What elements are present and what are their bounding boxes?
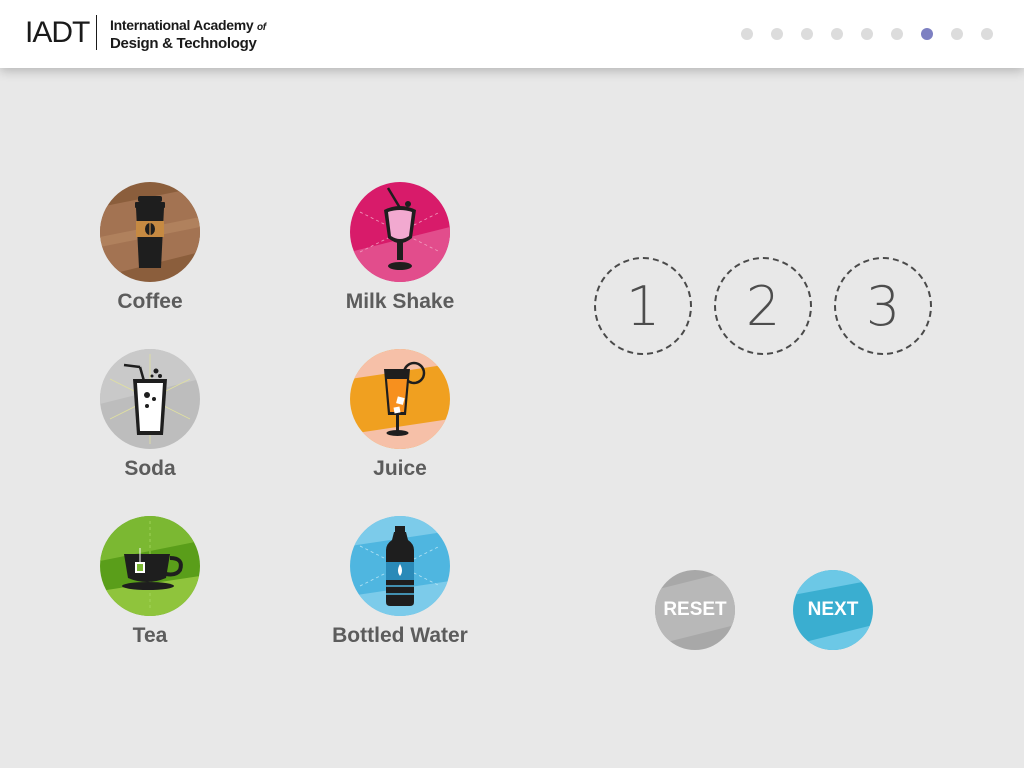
drink-option-bottled-water[interactable]: Bottled Water xyxy=(300,516,500,648)
drink-option-milk-shake[interactable]: Milk Shake xyxy=(300,182,500,314)
juice-glass-icon[interactable] xyxy=(350,349,450,449)
page-dot[interactable] xyxy=(861,28,873,40)
drink-option-soda[interactable]: Soda xyxy=(50,349,250,481)
page-dot[interactable] xyxy=(801,28,813,40)
milkshake-icon[interactable] xyxy=(350,182,450,282)
rank-slot-3[interactable]: 3 xyxy=(834,257,932,355)
page-indicator xyxy=(741,28,993,40)
drink-label: Coffee xyxy=(117,290,183,313)
page-dot-active[interactable] xyxy=(921,28,933,40)
drink-label: Bottled Water xyxy=(332,624,468,647)
coffee-cup-icon[interactable] xyxy=(100,182,200,282)
drink-option-coffee[interactable]: Coffee xyxy=(50,182,250,314)
reset-button[interactable]: RESET xyxy=(655,570,735,650)
drink-option-juice[interactable]: Juice xyxy=(300,349,500,481)
water-bottle-icon[interactable] xyxy=(350,516,450,616)
drink-label: Milk Shake xyxy=(345,290,455,313)
logo-of: of xyxy=(256,22,266,33)
rank-slot-2[interactable]: 2 xyxy=(714,257,812,355)
drink-label: Juice xyxy=(373,457,427,480)
header-bar: IADT International Academy of Design & T… xyxy=(0,0,1024,68)
reset-button-label: RESET xyxy=(663,599,727,620)
page-dot[interactable] xyxy=(741,28,753,40)
page-dot[interactable] xyxy=(831,28,843,40)
drink-label: Tea xyxy=(132,624,168,647)
logo-line-2: Design & Technology xyxy=(110,35,257,52)
rank-slot-1[interactable]: 1 xyxy=(594,257,692,355)
drink-label: Soda xyxy=(124,457,176,480)
page-dot[interactable] xyxy=(951,28,963,40)
page-dot[interactable] xyxy=(771,28,783,40)
logo-text: International Academy of Design & Techno… xyxy=(110,17,266,52)
page-dot[interactable] xyxy=(981,28,993,40)
page-dot[interactable] xyxy=(891,28,903,40)
logo-divider xyxy=(96,15,97,50)
drink-option-tea[interactable]: Tea xyxy=(50,516,250,648)
tea-cup-icon[interactable] xyxy=(100,516,200,616)
soda-glass-icon[interactable] xyxy=(100,349,200,449)
logo-line-1: International Academy xyxy=(110,17,254,33)
iadt-logo-mark: IADT xyxy=(25,16,90,49)
next-button-label: NEXT xyxy=(807,599,859,620)
next-button[interactable]: NEXT xyxy=(793,570,873,650)
